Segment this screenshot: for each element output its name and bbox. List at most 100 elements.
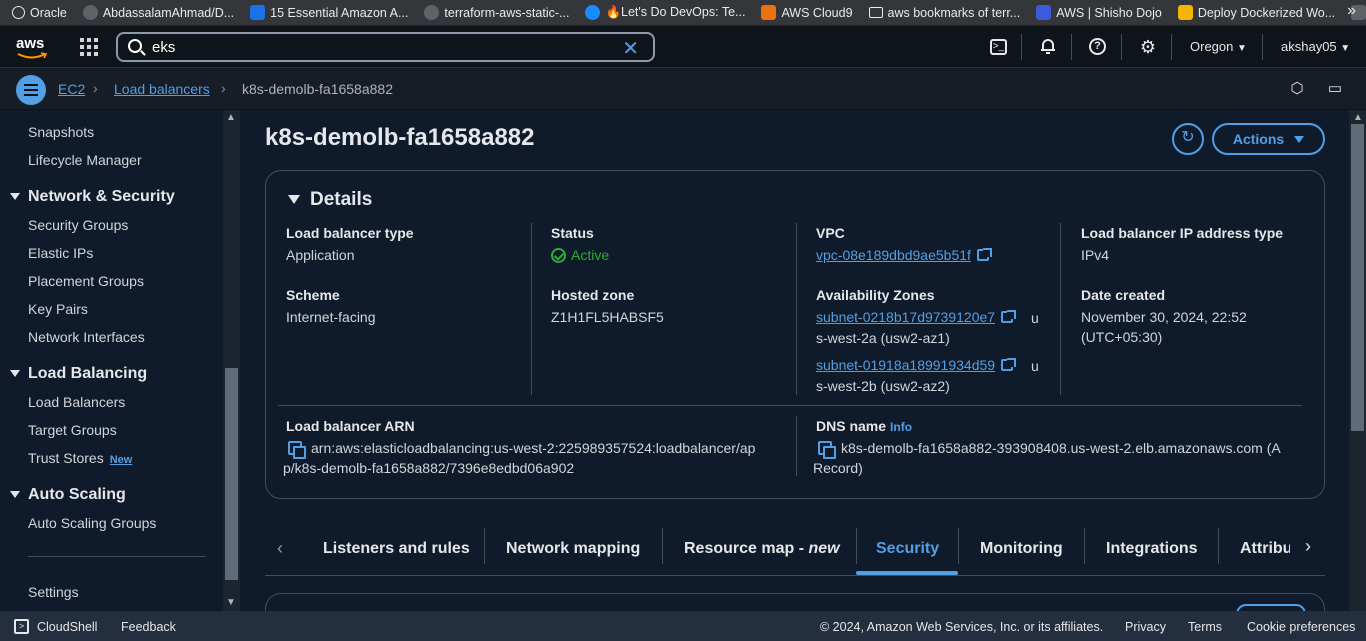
sidebar-scrollbar[interactable]: ▲ ▼ (223, 110, 240, 611)
scroll-up-icon[interactable]: ▲ (1353, 112, 1363, 123)
lb-type-value: Application (286, 247, 355, 263)
sidebar-item-elastic-ips[interactable]: Elastic IPs (28, 245, 93, 261)
tab-security[interactable]: Security (876, 540, 939, 558)
hexagon-settings-icon[interactable]: ⬡ (1288, 80, 1306, 98)
subnet-link-1[interactable]: subnet-0218b17d9739120e7 (816, 309, 1017, 325)
sidebar-item-load-balancers[interactable]: Load Balancers (28, 394, 125, 410)
vpc-link[interactable]: vpc-08e189dbd9ae5b51f (816, 247, 992, 263)
gear-icon[interactable]: ⚙ (1139, 38, 1157, 56)
footer-cloudshell[interactable]: CloudShell (37, 620, 97, 634)
help-icon[interactable]: ? (1089, 38, 1106, 55)
arn-value-1: arn:aws:elasticloadbalancing:us-west-2:2… (311, 440, 756, 456)
breadcrumb-load-balancers[interactable]: Load balancers (114, 81, 210, 97)
bell-icon[interactable] (1039, 38, 1057, 56)
aws-top-nav: aws ✕ >_ ? ⚙ Oregon ▼ akshay05 ▼ (0, 26, 1366, 68)
sidebar-section-network-security[interactable]: Network & Security (10, 188, 175, 206)
sidebar-item-network-interfaces[interactable]: Network Interfaces (28, 329, 145, 345)
scroll-down-icon[interactable]: ▼ (226, 597, 236, 608)
az-zone-1-part1: u (1031, 310, 1039, 326)
sidebar-divider (28, 556, 206, 557)
services-grid-icon[interactable] (80, 38, 98, 56)
tab-resource-map[interactable]: Resource map - new (684, 540, 840, 558)
status-label: Status (551, 225, 594, 241)
sidebar-item-placement-groups[interactable]: Placement Groups (28, 273, 144, 289)
sidebar-scroll-thumb[interactable] (225, 368, 238, 580)
footer-copyright: © 2024, Amazon Web Services, Inc. or its… (820, 620, 1104, 634)
search-bar[interactable]: ✕ (116, 32, 655, 62)
breadcrumb-ec2[interactable]: EC2 (58, 81, 85, 97)
security-panel (265, 593, 1325, 611)
footer-feedback[interactable]: Feedback (121, 620, 176, 634)
sidebar-item-security-groups[interactable]: Security Groups (28, 217, 128, 233)
date-created-value-2: (UTC+05:30) (1081, 329, 1163, 345)
bookmark-cloud9[interactable]: AWS Cloud9 (761, 5, 853, 20)
vpc-label: VPC (816, 225, 845, 241)
tab-integrations[interactable]: Integrations (1106, 540, 1198, 558)
sidebar-item-auto-scaling-groups[interactable]: Auto Scaling Groups (28, 515, 156, 531)
cloudshell-icon[interactable]: >_ (990, 39, 1007, 55)
scheme-value: Internet-facing (286, 309, 376, 325)
tab-scroll-right-icon[interactable]: › (1305, 536, 1311, 557)
sidebar-item-target-groups[interactable]: Target Groups (28, 422, 117, 438)
menu-toggle-button[interactable] (16, 75, 46, 105)
scroll-up-icon[interactable]: ▲ (226, 112, 236, 123)
details-panel: Details Load balancer type Application S… (265, 170, 1325, 499)
bookmark-terraform[interactable]: terraform-aws-static-... (424, 5, 569, 20)
dns-name-label: DNS name Info (816, 418, 913, 434)
devops-icon (585, 5, 601, 20)
sidebar-item-trust-stores[interactable]: Trust Stores New (28, 450, 132, 466)
sidebar-item-settings[interactable]: Settings (28, 584, 79, 600)
account-menu[interactable]: akshay05 ▼ (1281, 39, 1350, 54)
more-bookmarks-icon[interactable]: » (1347, 2, 1356, 20)
bookmark-deploy[interactable]: Deploy Dockerized Wo... (1177, 5, 1335, 20)
sidebar-item-key-pairs[interactable]: Key Pairs (28, 301, 88, 317)
dns-info-link[interactable]: Info (890, 420, 912, 434)
tab-attributes[interactable]: Attribu (1240, 540, 1290, 558)
chevron-right-icon: › (221, 80, 226, 96)
folder-icon (868, 7, 883, 18)
caret-down-icon (10, 491, 20, 499)
main-scroll-thumb[interactable] (1351, 124, 1364, 431)
az-zone-1-part2: s-west-2a (usw2-az1) (816, 330, 950, 346)
copy-dns-icon[interactable] (818, 441, 836, 459)
main-scrollbar[interactable]: ▲ (1349, 110, 1366, 611)
lb-type-label: Load balancer type (286, 225, 414, 241)
footer-privacy[interactable]: Privacy (1125, 620, 1166, 634)
dns-value-1: k8s-demolb-fa1658a882-393908408.us-west-… (841, 440, 1281, 456)
actions-button[interactable]: Actions (1212, 123, 1325, 155)
refresh-button[interactable]: ↻ (1172, 123, 1204, 155)
tab-monitoring[interactable]: Monitoring (980, 540, 1063, 558)
aws-logo[interactable]: aws (16, 35, 50, 59)
screen-icon[interactable]: ▭ (1326, 80, 1344, 98)
status-badge: Active (551, 247, 609, 263)
bookmark-amazon-essential[interactable]: 15 Essential Amazon A... (250, 5, 408, 20)
subnet-link-2[interactable]: subnet-01918a18991934d59 (816, 357, 1017, 373)
bookmark-shisho[interactable]: AWS | Shisho Dojo (1036, 5, 1162, 20)
region-selector[interactable]: Oregon ▼ (1190, 39, 1247, 54)
availability-zones-label: Availability Zones (816, 287, 935, 303)
copy-arn-icon[interactable] (288, 441, 306, 459)
footer-cookie-preferences[interactable]: Cookie preferences (1247, 620, 1355, 634)
ip-type-value: IPv4 (1081, 247, 1110, 263)
arn-label: Load balancer ARN (286, 418, 415, 434)
chevron-down-icon: ▼ (1340, 43, 1351, 54)
bookmark-oracle[interactable]: Oracle (12, 6, 67, 20)
sidebar-section-auto-scaling[interactable]: Auto Scaling (10, 486, 126, 504)
sidebar-item-lifecycle-manager[interactable]: Lifecycle Manager (28, 152, 142, 168)
bookmark-blue-icon (250, 5, 266, 20)
cloudshell-icon[interactable]: > (14, 619, 29, 634)
bookmark-devops[interactable]: 🔥Let's Do DevOps: Te... (585, 5, 745, 20)
details-heading[interactable]: Details (288, 189, 372, 211)
sidebar-section-load-balancing[interactable]: Load Balancing (10, 365, 147, 383)
tab-network-mapping[interactable]: Network mapping (506, 540, 640, 558)
clear-search-icon[interactable]: ✕ (622, 36, 639, 61)
active-tab-indicator (856, 571, 958, 575)
sidebar-item-snapshots[interactable]: Snapshots (28, 124, 94, 140)
footer-terms[interactable]: Terms (1188, 620, 1222, 634)
security-panel-button[interactable] (1236, 604, 1306, 611)
tab-listeners-and-rules[interactable]: Listeners and rules (323, 540, 470, 558)
bookmark-folder-aws[interactable]: aws bookmarks of terr... (868, 6, 1020, 20)
tab-scroll-left-icon[interactable]: ‹ (277, 538, 283, 559)
bookmark-abdassalam[interactable]: AbdassalamAhmad/D... (82, 5, 234, 20)
search-input[interactable] (152, 38, 602, 56)
